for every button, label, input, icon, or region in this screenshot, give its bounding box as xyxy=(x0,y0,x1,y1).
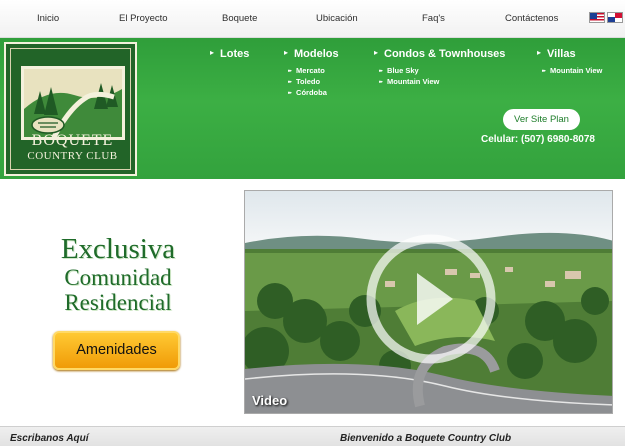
welcome-text: Bienvenido a Boquete Country Club xyxy=(340,433,512,444)
nav-faqs[interactable]: Faq's xyxy=(422,13,445,24)
page: Inicio El Proyecto Boquete Ubicación Faq… xyxy=(0,0,625,446)
submenu-blue-sky[interactable]: Blue Sky xyxy=(379,66,419,75)
nav-ubicacion[interactable]: Ubicación xyxy=(316,13,358,24)
submenu-mercato[interactable]: Mercato xyxy=(288,66,325,75)
nav-contactenos[interactable]: Contáctenos xyxy=(505,13,558,24)
panama-flag-icon[interactable] xyxy=(607,12,623,23)
phone-number: Celular: (507) 6980-8078 xyxy=(481,134,595,145)
site-plan-button[interactable]: Ver Site Plan xyxy=(503,109,580,130)
video-label: Video xyxy=(252,393,288,408)
menu-villas[interactable]: Villas xyxy=(537,48,576,60)
us-flag-icon[interactable] xyxy=(589,12,605,23)
logo-landscape-icon xyxy=(21,66,125,140)
submenu-toledo[interactable]: Toledo xyxy=(288,77,320,86)
submenu-condos-mountain-view[interactable]: Mountain View xyxy=(379,77,439,86)
header-banner: BOQUETE COUNTRY CLUB Lotes Modelos Merca… xyxy=(0,38,625,179)
nav-inicio[interactable]: Inicio xyxy=(37,13,59,24)
menu-lotes[interactable]: Lotes xyxy=(210,48,249,60)
hero-line-2: Comunidad xyxy=(64,265,172,290)
aerial-photo xyxy=(245,191,612,413)
top-nav: Inicio El Proyecto Boquete Ubicación Faq… xyxy=(0,0,625,38)
menu-modelos[interactable]: Modelos xyxy=(284,48,339,60)
logo-subtitle: COUNTRY CLUB xyxy=(27,150,118,162)
video-player[interactable]: Video xyxy=(244,190,613,414)
logo-title: BOQUETE xyxy=(31,132,114,149)
contact-us-link[interactable]: Escribanos Aquí xyxy=(10,433,89,444)
hero-line-3: Residencial xyxy=(64,290,172,315)
amenities-button[interactable]: Amenidades xyxy=(53,331,180,370)
logo[interactable]: BOQUETE COUNTRY CLUB xyxy=(4,42,137,176)
submenu-villas-mountain-view[interactable]: Mountain View xyxy=(542,66,602,75)
hero-line-1: Exclusiva xyxy=(60,233,176,265)
footer-bar: Escribanos Aquí Bienvenido a Boquete Cou… xyxy=(0,426,625,446)
submenu-cordoba[interactable]: Córdoba xyxy=(288,88,327,97)
menu-condos-townhouses[interactable]: Condos & Townhouses xyxy=(374,48,505,60)
nav-el-proyecto[interactable]: El Proyecto xyxy=(119,13,168,24)
nav-boquete[interactable]: Boquete xyxy=(222,13,257,24)
